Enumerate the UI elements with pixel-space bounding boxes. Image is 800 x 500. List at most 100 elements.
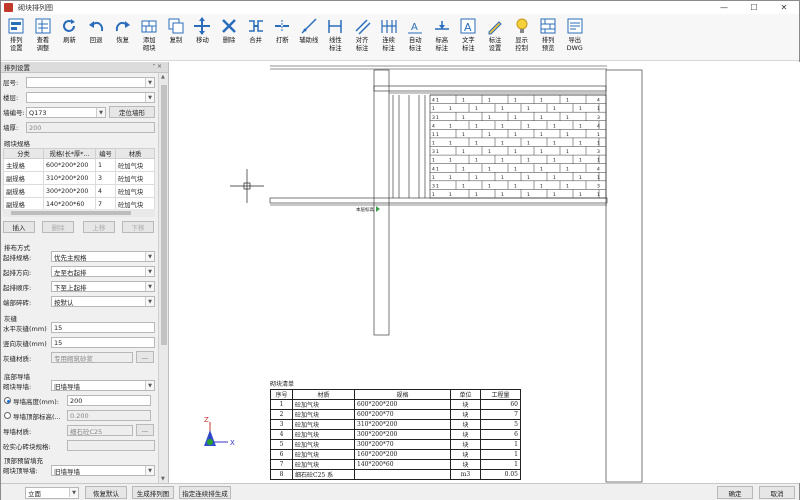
- bottom-wall-type-label: 砌块导墙:: [3, 382, 32, 391]
- schedule-header: 规格: [354, 389, 451, 400]
- h-joint-input[interactable]: 15: [51, 322, 155, 333]
- locate-wall-button[interactable]: 定位墙形: [109, 106, 155, 118]
- brick-number: 1: [475, 192, 478, 198]
- layout-select[interactable]: 左至右起排 ▼: [51, 266, 155, 277]
- scroll-down-icon[interactable]: ▼: [161, 476, 165, 482]
- insert-button[interactable]: 插入: [3, 221, 35, 233]
- move-up-button[interactable]: 上移: [83, 221, 115, 233]
- spec-row[interactable]: 副规格 300*200*200 4 砼加气块: [3, 184, 155, 198]
- wall-height-input[interactable]: 200: [67, 395, 151, 406]
- v-joint-input[interactable]: 15: [51, 337, 155, 348]
- row-end-number: 1: [597, 132, 600, 138]
- toolbar-button-elevation-dim[interactable]: 标高 标注: [429, 14, 456, 60]
- schedule-row: 4 砼加气块 300*200*200 块 6: [270, 429, 521, 440]
- minimize-button[interactable]: —: [709, 1, 739, 14]
- break-icon: [273, 17, 291, 35]
- scroll-up-icon[interactable]: ▲: [161, 74, 165, 80]
- spec-row[interactable]: 主规格 600*200*200 1 砼加气块: [3, 158, 155, 172]
- spec-table-hscrollbar[interactable]: [3, 209, 155, 217]
- schedule-cell: 5: [270, 439, 293, 450]
- toolbar-button-guide-line[interactable]: 辅助线: [296, 14, 323, 60]
- toolbar-button-label: 排列 设置: [10, 37, 23, 52]
- solid-block-field: [67, 440, 155, 451]
- restore-default-button[interactable]: 恢复默认: [85, 486, 127, 499]
- toolbar-button-label: 刷新: [63, 37, 76, 44]
- spec-row[interactable]: 副规格 310*200*200 3 砼加气块: [3, 171, 155, 185]
- wall-material-browse-button[interactable]: ...: [136, 424, 154, 436]
- joint-material-browse-button[interactable]: ...: [136, 351, 154, 363]
- toolbar-button-copy[interactable]: 复制: [163, 14, 190, 60]
- toolbar-button-arrange-settings[interactable]: 排列 设置: [3, 14, 30, 60]
- generate-layout-button[interactable]: 生成排列图: [132, 486, 174, 499]
- brick-number: 1: [436, 149, 439, 155]
- layout-select[interactable]: 优先主规格 ▼: [51, 251, 155, 262]
- app-window: 砌块排列图 — ☐ ✕ 排列 设置 查看 调整 刷新 回退 恢复 添加 砌块 复制 移动 删除合…: [0, 0, 800, 500]
- schedule-header: 序号: [270, 389, 293, 400]
- schedule-row: 3 砼加气块 310*200*200 块 5: [270, 419, 521, 430]
- toolbar-button-auto-dim[interactable]: A 自动 标注: [402, 14, 429, 60]
- brick-number: 1: [449, 106, 452, 112]
- schedule-cell: [354, 469, 451, 480]
- maximize-button[interactable]: ☐: [739, 1, 769, 14]
- wall-top-elev-input[interactable]: 0.200: [67, 410, 151, 421]
- toolbar-button-arrange-preview[interactable]: 排列 预览: [535, 14, 562, 60]
- schedule-cell: 块: [450, 429, 481, 440]
- panel-vscrollbar[interactable]: ▲ ▼: [158, 73, 168, 483]
- delete-row-button[interactable]: 删除: [42, 221, 74, 233]
- spec-cell: 310*200*200: [43, 171, 96, 185]
- close-button[interactable]: ✕: [769, 1, 799, 14]
- wall-no-select[interactable]: Q173 ▼: [26, 107, 106, 118]
- toolbar-button-linear-dim[interactable]: 线性 标注: [322, 14, 349, 60]
- story-select[interactable]: ▼: [26, 92, 155, 103]
- bottom-wall-type-select[interactable]: 旧墙导墙 ▼: [51, 380, 155, 391]
- svg-text:A: A: [464, 21, 472, 34]
- toolbar-button-aligned-dim[interactable]: 对齐 标注: [349, 14, 376, 60]
- schedule-cell: 1: [270, 399, 293, 410]
- view-mode-select[interactable]: 立面 ▼: [25, 487, 79, 499]
- toolbar-button-note-settings[interactable]: 标注 设置: [482, 14, 509, 60]
- toolbar-button-view-adjust[interactable]: 查看 调整: [30, 14, 57, 60]
- toolbar: 排列 设置 查看 调整 刷新 回退 恢复 添加 砌块 复制 移动 删除 合并 打断 辅助线 线性 标注对…: [1, 14, 799, 61]
- toolbar-button-merge[interactable]: 合并: [242, 14, 269, 60]
- brick-number: 1: [475, 106, 478, 112]
- toolbar-button-delete[interactable]: 删除: [216, 14, 243, 60]
- toolbar-button-label: 显示 控制: [515, 37, 528, 52]
- top-wall-select[interactable]: 旧墙导墙 ▼: [51, 465, 155, 476]
- toolbar-button-continuous-dim[interactable]: 连续 标注: [375, 14, 402, 60]
- toolbar-button-move[interactable]: 移动: [189, 14, 216, 60]
- schedule-cell: 160*200*200: [354, 449, 451, 460]
- row-number: 4: [432, 98, 435, 104]
- merge-icon: [247, 17, 265, 35]
- cancel-button[interactable]: 取消: [759, 486, 795, 499]
- toolbar-button-add-block[interactable]: 添加 砌块: [136, 14, 163, 60]
- radio-wall-top-elev[interactable]: [4, 412, 11, 419]
- panel-pin-close[interactable]: ᐩ ×: [153, 63, 162, 70]
- brick-number: 1: [579, 175, 582, 181]
- toolbar-button-break[interactable]: 打断: [269, 14, 296, 60]
- ok-button[interactable]: 确定: [717, 486, 753, 499]
- toolbar-button-refresh[interactable]: 刷新: [56, 14, 83, 60]
- toolbar-button-text-note[interactable]: A 文字 标注: [455, 14, 482, 60]
- brick-number: 1: [553, 141, 556, 147]
- toolbar-button-redo[interactable]: 恢复: [109, 14, 136, 60]
- generate-continuous-button[interactable]: 指定连续排生成: [179, 486, 231, 499]
- title-bar: 砌块排列图 — ☐ ✕: [1, 1, 799, 14]
- brick-number: 1: [540, 132, 543, 138]
- row-end-number: 3: [597, 115, 600, 121]
- row-end-number: 1: [597, 175, 600, 181]
- toolbar-button-display-control[interactable]: 显示 控制: [508, 14, 535, 60]
- toolbar-button-undo[interactable]: 回退: [83, 14, 110, 60]
- schedule-cell: 600*200*200: [354, 399, 451, 410]
- floor-select[interactable]: ▼: [26, 77, 155, 88]
- layout-select[interactable]: 按默认 ▼: [51, 296, 155, 307]
- toolbar-button-export-dwg[interactable]: 导出 DWG: [561, 14, 588, 60]
- scroll-thumb[interactable]: [161, 85, 167, 345]
- row-number: 3: [432, 183, 435, 189]
- layout-select[interactable]: 下至上起排 ▼: [51, 281, 155, 292]
- drawing-canvas[interactable]: 1111114411111111111111331111114411111111…: [170, 62, 800, 483]
- wall-no-label: 墙编号:: [3, 108, 25, 117]
- guide-line-icon: [300, 17, 318, 35]
- move-down-button[interactable]: 下移: [122, 221, 154, 233]
- row-number: 4: [432, 123, 435, 129]
- radio-wall-height[interactable]: [4, 397, 11, 404]
